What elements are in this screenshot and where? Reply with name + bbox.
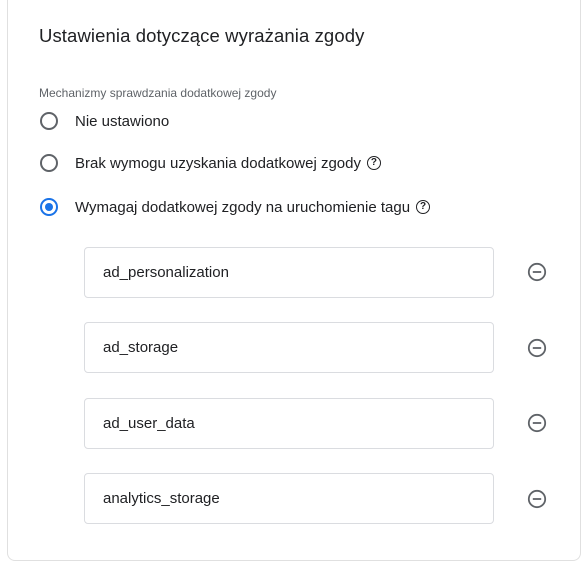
consent-type-input[interactable]	[85, 399, 493, 448]
consent-mechanism-label: Mechanizmy sprawdzania dodatkowej zgody	[39, 86, 277, 100]
help-circle-icon[interactable]: ?	[416, 200, 431, 214]
radio-option-no-additional-consent[interactable]: Brak wymogu uzyskania dodatkowej zgody ?	[40, 154, 381, 172]
radio-label-no-additional-consent: Brak wymogu uzyskania dodatkowej zgody	[75, 154, 361, 172]
radio-button-not-set[interactable]	[40, 112, 58, 130]
radio-label-not-set: Nie ustawiono	[75, 112, 170, 130]
radio-button-no-additional-consent[interactable]	[40, 154, 58, 172]
remove-circle-icon[interactable]	[527, 489, 547, 509]
consent-type-field[interactable]	[84, 247, 494, 298]
consent-type-input[interactable]	[85, 474, 493, 523]
section-title: Ustawienia dotyczące wyrażania zgody	[39, 25, 365, 46]
help-circle-icon[interactable]: ?	[366, 156, 381, 170]
consent-type-input[interactable]	[85, 248, 493, 297]
radio-option-not-set[interactable]: Nie ustawiono	[40, 112, 169, 130]
radio-label-require-additional-consent: Wymagaj dodatkowej zgody na uruchomienie…	[75, 198, 411, 216]
consent-type-field[interactable]	[84, 322, 494, 373]
remove-circle-icon[interactable]	[527, 262, 547, 282]
remove-circle-icon[interactable]	[527, 338, 547, 358]
radio-button-require-additional-consent[interactable]	[40, 198, 58, 216]
remove-circle-icon[interactable]	[527, 413, 547, 433]
consent-type-input[interactable]	[85, 323, 493, 372]
consent-type-field[interactable]	[84, 398, 494, 449]
radio-option-require-additional-consent[interactable]: Wymagaj dodatkowej zgody na uruchomienie…	[40, 198, 431, 216]
consent-type-field[interactable]	[84, 473, 494, 524]
